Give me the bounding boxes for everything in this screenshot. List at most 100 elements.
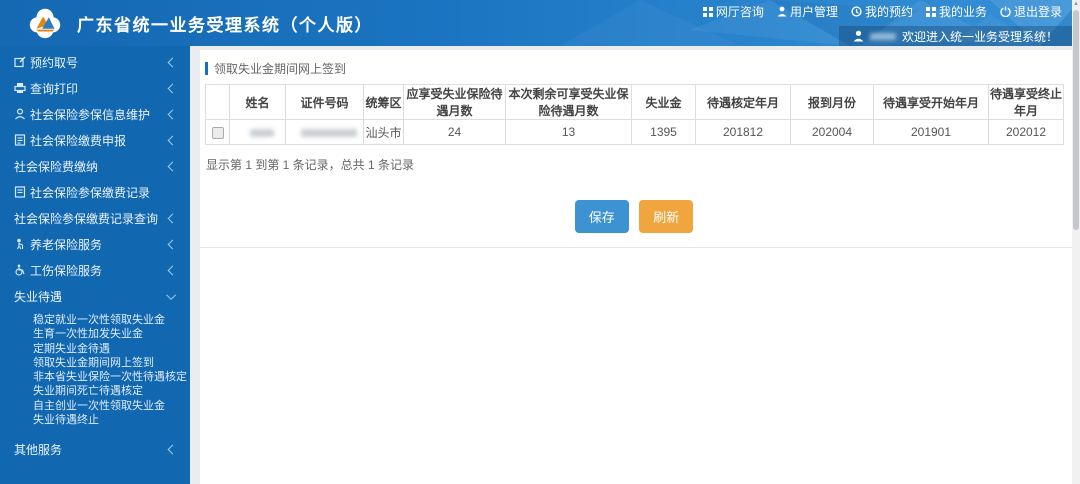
sidebar-item-label: 社会保险费缴纳 <box>14 159 99 174</box>
chevron-left-icon <box>167 239 178 249</box>
submenu-item-regular-benefit[interactable]: 定期失业金待遇 <box>33 342 190 356</box>
app-header: 广东省统一业务受理系统（个人版） 网厅咨询 用户管理 我的预约 我的业务 退出登… <box>0 0 1080 46</box>
redacted-name <box>249 128 274 137</box>
nav-user-management[interactable]: 用户管理 <box>777 3 838 20</box>
sidebar-item-pension-service[interactable]: 养老保险服务 <box>0 231 190 257</box>
chevron-left-icon <box>167 265 178 275</box>
refresh-button[interactable]: 刷新 <box>639 200 694 233</box>
col-approval-month: 待遇核定年月 <box>695 84 791 120</box>
chevron-left-icon <box>167 444 178 455</box>
top-navigation: 网厅咨询 用户管理 我的预约 我的业务 退出登录 <box>702 3 1062 20</box>
col-region: 统筹区 <box>363 84 404 120</box>
entitled-months-cell: 24 <box>403 119 506 145</box>
col-remaining-months: 本次剩余可享受失业保险待遇月数 <box>505 84 632 120</box>
app-logo-icon <box>29 8 61 39</box>
sidebar-item-insurance-info-maintain[interactable]: 社会保险参保信息维护 <box>0 101 190 127</box>
sidebar-item-payment-records-query[interactable]: 社会保险参保缴费记录查询 <box>0 205 190 231</box>
sidebar-item-payment-records[interactable]: 社会保险参保缴费记录 <box>0 179 190 205</box>
redacted-username <box>869 32 896 40</box>
save-button[interactable]: 保存 <box>574 200 629 233</box>
nav-logout[interactable]: 退出登录 <box>1000 3 1062 20</box>
wheelchair-icon <box>14 264 27 276</box>
chevron-down-icon <box>166 289 177 300</box>
sidebar-item-label: 预约取号 <box>30 55 79 70</box>
col-start-month: 待遇享受开始年月 <box>873 84 989 120</box>
chevron-left-icon <box>167 135 178 145</box>
scrollbar-thumb[interactable] <box>1073 10 1079 230</box>
page-title: 领取失业金期间网上签到 <box>205 55 1072 81</box>
row-checkbox[interactable] <box>211 126 224 139</box>
sidebar-item-payment-declare[interactable]: 社会保险缴费申报 <box>0 127 190 153</box>
unemployment-submenu: 稳定就业一次性领取失业金 生育一次性加发失业金 定期失业金待遇 领取失业金期间网… <box>0 309 190 431</box>
sidebar-item-other-services[interactable]: 其他服务 <box>0 436 190 462</box>
chevron-left-icon <box>167 109 178 119</box>
sidebar-item-label: 失业待遇 <box>14 289 63 304</box>
title-accent-bar <box>205 61 208 75</box>
chevron-left-icon <box>167 161 178 171</box>
sidebar-item-label: 社会保险参保信息维护 <box>30 107 151 122</box>
chevron-left-icon <box>167 83 178 93</box>
brand: 广东省统一业务受理系统（个人版） <box>26 3 373 43</box>
section-divider <box>200 247 1072 248</box>
col-id-number: 证件号码 <box>285 84 364 120</box>
sidebar-item-fee-payment[interactable]: 社会保险费缴纳 <box>0 153 190 179</box>
printer-icon <box>14 82 27 94</box>
chevron-left-icon <box>167 57 178 67</box>
edit-icon <box>14 56 27 68</box>
grid-icon <box>925 6 936 17</box>
user-welcome-strip: 欢迎进入统一业务受理系统！ <box>838 26 1072 46</box>
nav-my-business[interactable]: 我的业务 <box>925 3 987 20</box>
remaining-months-cell: 13 <box>505 119 632 145</box>
person-icon <box>14 108 27 120</box>
submenu-item-stable-employment[interactable]: 稳定就业一次性领取失业金 <box>33 313 190 327</box>
history-icon <box>851 6 862 17</box>
nav-my-appointments[interactable]: 我的预约 <box>851 3 913 20</box>
sidebar-item-appointment-number[interactable]: 预约取号 <box>0 49 190 75</box>
welcome-text: 欢迎进入统一业务受理系统！ <box>901 29 1058 44</box>
region-cell: 汕头市 <box>363 119 404 145</box>
submenu-item-maternity-extra[interactable]: 生育一次性加发失业金 <box>33 327 190 341</box>
app-title: 广东省统一业务受理系统（个人版） <box>77 15 373 35</box>
table-row[interactable]: 汕头市 24 13 1395 201812 202004 201901 2020… <box>205 119 1064 145</box>
user-icon <box>777 6 787 17</box>
end-month-cell: 202012 <box>988 119 1064 145</box>
col-entitled-months: 应享受失业保险待遇月数 <box>403 84 506 120</box>
chevron-left-icon <box>167 213 178 223</box>
table-header-row: 姓名 证件号码 统筹区 应享受失业保险待遇月数 本次剩余可享受失业保险待遇月数 … <box>205 84 1064 120</box>
record-icon <box>14 186 27 198</box>
sidebar-item-label: 社会保险参保缴费记录 <box>30 185 151 200</box>
nav-label: 网厅咨询 <box>715 5 764 19</box>
elder-icon <box>14 238 27 250</box>
grid-icon <box>702 6 713 17</box>
sidebar-item-label: 养老保险服务 <box>30 237 103 252</box>
scroll-up-arrow-icon[interactable]: ▲ <box>1072 0 1080 9</box>
action-buttons: 保存 刷新 <box>205 200 1063 233</box>
col-report-month: 报到月份 <box>790 84 874 120</box>
sidebar-item-label: 查询打印 <box>30 81 79 96</box>
name-cell <box>229 119 286 145</box>
col-benefit-amount: 失业金 <box>631 84 696 120</box>
submenu-item-non-province-verify[interactable]: 非本省失业保险一次性待遇核定 <box>33 370 190 384</box>
sidebar-item-label: 工伤保险服务 <box>30 263 103 278</box>
pagination-summary: 显示第 1 到第 1 条记录，总共 1 条记录 <box>206 158 415 172</box>
nav-label: 用户管理 <box>789 5 838 19</box>
sidebar-item-label: 社会保险参保缴费记录查询 <box>14 211 159 226</box>
submenu-item-self-employment[interactable]: 自主创业一次性领取失业金 <box>33 399 190 413</box>
nav-hall-consult[interactable]: 网厅咨询 <box>702 3 764 20</box>
sidebar-item-unemployment-benefits[interactable]: 失业待遇 <box>0 283 190 309</box>
report-icon <box>14 134 27 146</box>
submenu-item-benefit-termination[interactable]: 失业待遇终止 <box>33 413 190 427</box>
approval-month-cell: 201812 <box>695 119 791 145</box>
sidebar: 预约取号 查询打印 社会保险参保信息维护 社会保险缴费申报 社会保险费缴纳 社会… <box>0 46 190 484</box>
scrollbar[interactable]: ▲ <box>1072 0 1080 484</box>
nav-label: 我的业务 <box>938 5 987 19</box>
submenu-item-death-benefit[interactable]: 失业期间死亡待遇核定 <box>33 384 190 398</box>
submenu-item-online-checkin[interactable]: 领取失业金期间网上签到 <box>33 356 190 370</box>
checkin-table: 姓名 证件号码 统筹区 应享受失业保险待遇月数 本次剩余可享受失业保险待遇月数 … <box>205 84 1064 145</box>
benefit-amount-cell: 1395 <box>631 119 696 145</box>
sidebar-item-injury-service[interactable]: 工伤保险服务 <box>0 257 190 283</box>
start-month-cell: 201901 <box>873 119 989 145</box>
checkbox-cell <box>205 119 230 145</box>
col-checkbox <box>205 84 230 120</box>
sidebar-item-query-print[interactable]: 查询打印 <box>0 75 190 101</box>
